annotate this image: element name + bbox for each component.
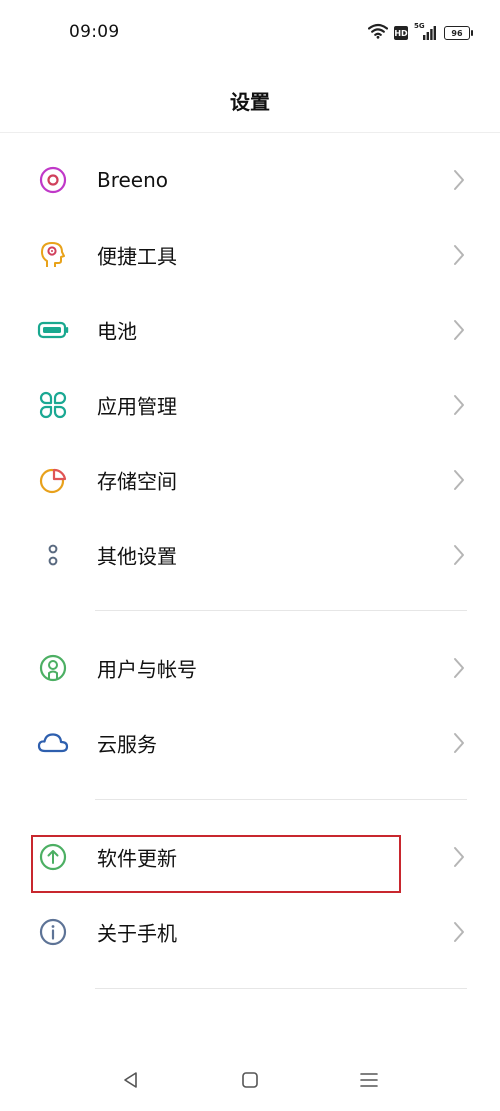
section-divider bbox=[95, 610, 467, 611]
chevron-right-icon bbox=[454, 658, 464, 678]
status-icons: HD 5G 96 bbox=[367, 22, 473, 44]
settings-item-about-phone[interactable]: 关于手机 bbox=[0, 895, 500, 969]
chevron-right-icon bbox=[454, 395, 464, 415]
battery-icon bbox=[37, 314, 69, 346]
settings-item-label: 存储空间 bbox=[97, 469, 177, 494]
header: 设置 bbox=[0, 66, 500, 133]
section-divider bbox=[95, 799, 467, 800]
convenience-tools-icon bbox=[37, 239, 69, 271]
other-settings-icon bbox=[37, 539, 69, 571]
settings-item-convenience-tools[interactable]: 便捷工具 bbox=[0, 218, 500, 292]
settings-item-label: Breeno bbox=[97, 168, 169, 192]
navigation-bar bbox=[0, 1050, 500, 1111]
chevron-right-icon bbox=[454, 245, 464, 265]
recents-icon[interactable] bbox=[359, 1070, 379, 1090]
back-icon[interactable] bbox=[121, 1070, 141, 1090]
settings-item-label: 应用管理 bbox=[97, 394, 177, 419]
settings-item-other-settings[interactable]: 其他设置 bbox=[0, 518, 500, 592]
settings-item-label: 其他设置 bbox=[97, 544, 177, 569]
settings-item-user-account[interactable]: 用户与帐号 bbox=[0, 631, 500, 705]
chevron-right-icon bbox=[454, 922, 464, 942]
chevron-right-icon bbox=[454, 545, 464, 565]
settings-item-battery[interactable]: 电池 bbox=[0, 293, 500, 367]
settings-item-label: 云服务 bbox=[97, 732, 157, 757]
settings-item-cloud-service[interactable]: 云服务 bbox=[0, 706, 500, 780]
battery-indicator: 96 bbox=[444, 26, 473, 40]
settings-item-label: 电池 bbox=[97, 319, 137, 344]
settings-item-label: 用户与帐号 bbox=[97, 657, 197, 682]
status-bar: 09:09 HD 5G 96 bbox=[0, 0, 500, 66]
chevron-right-icon bbox=[454, 733, 464, 753]
highlight-annotation-box bbox=[31, 835, 401, 893]
section-divider bbox=[95, 988, 467, 989]
settings-item-app-management[interactable]: 应用管理 bbox=[0, 368, 500, 442]
settings-item-breeno[interactable]: Breeno bbox=[0, 143, 500, 217]
chevron-right-icon bbox=[454, 170, 464, 190]
chevron-right-icon bbox=[454, 470, 464, 490]
page-title: 设置 bbox=[230, 90, 270, 114]
wifi-icon bbox=[367, 23, 389, 43]
chevron-right-icon bbox=[454, 847, 464, 867]
user-account-icon bbox=[37, 652, 69, 684]
settings-item-label: 关于手机 bbox=[97, 921, 177, 946]
storage-icon bbox=[37, 464, 69, 496]
hd-badge: HD bbox=[394, 26, 408, 40]
app-management-icon bbox=[37, 389, 69, 421]
about-phone-icon bbox=[37, 916, 69, 948]
settings-item-label: 便捷工具 bbox=[97, 244, 177, 269]
status-time: 09:09 bbox=[69, 22, 120, 42]
cellular-signal-icon: 5G bbox=[414, 22, 436, 41]
cloud-icon bbox=[37, 727, 69, 759]
breeno-icon bbox=[37, 164, 69, 196]
settings-item-storage[interactable]: 存储空间 bbox=[0, 443, 500, 517]
home-icon[interactable] bbox=[240, 1070, 260, 1090]
chevron-right-icon bbox=[454, 320, 464, 340]
